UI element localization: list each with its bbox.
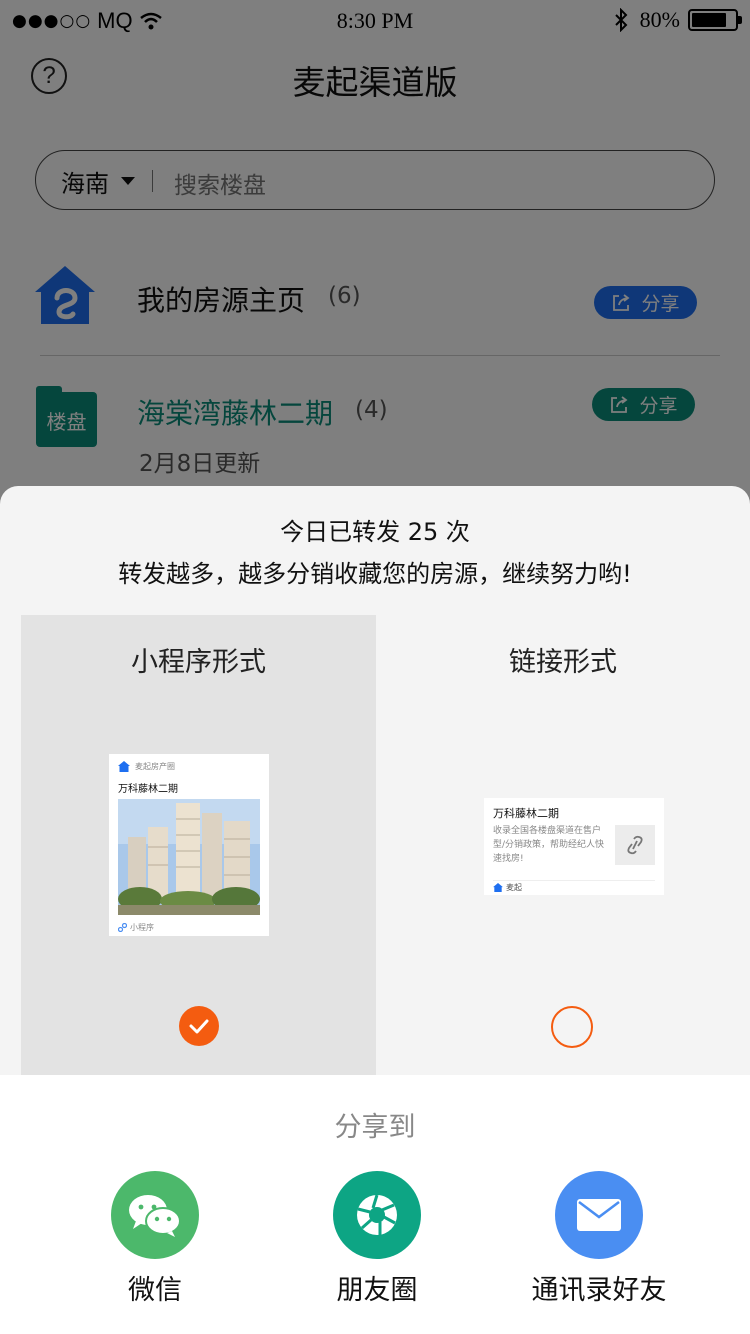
share-targets-panel: 分享到 微信 朋友圈 通讯录好友 — [0, 1075, 750, 1334]
link-icon — [627, 835, 643, 855]
wechat-icon[interactable] — [111, 1171, 199, 1259]
forward-count-text: 今日已转发 25 次 — [280, 518, 470, 546]
mini-program-preview-card: 麦起房产圈 万科藤林二期 小程序 — [109, 754, 269, 936]
preview-footer: 小程序 — [118, 922, 154, 933]
share-target-label: 朋友圈 — [336, 1275, 418, 1306]
share-contacts-button[interactable]: 通讯录好友 — [499, 1171, 699, 1307]
share-to-label: 分享到 — [334, 1112, 416, 1143]
unselected-radio-icon[interactable] — [551, 1006, 593, 1048]
link-thumb — [615, 825, 655, 865]
share-wechat-button[interactable]: 微信 — [55, 1171, 255, 1307]
link-preview-card: 万科藤林二期 收录全国各楼盘渠道在售户型/分销政策，帮助经纪人快速找房! 麦起 — [484, 798, 664, 895]
preview-description: 收录全国各楼盘渠道在售户型/分销政策，帮助经纪人快速找房! — [493, 826, 605, 864]
share-target-label: 通讯录好友 — [531, 1275, 667, 1306]
preview-footer-label: 麦起 — [506, 883, 522, 892]
brand-logo-icon — [118, 761, 130, 772]
option-mini-program[interactable]: 小程序形式 麦起房产圈 万科藤林二期 小程序 — [21, 615, 376, 1075]
selected-check-icon[interactable] — [179, 1006, 219, 1046]
preview-footer-label: 小程序 — [130, 923, 154, 932]
checkmark-icon — [189, 1019, 209, 1034]
mini-program-icon — [118, 923, 127, 932]
option-label: 链接形式 — [509, 647, 617, 678]
option-label: 小程序形式 — [131, 647, 266, 678]
mail-icon[interactable] — [555, 1171, 643, 1259]
preview-footer: 麦起 — [493, 880, 655, 893]
share-sheet: 今日已转发 25 次 转发越多，越多分销收藏您的房源，继续努力哟! 小程序形式 … — [0, 486, 750, 1334]
share-moments-button[interactable]: 朋友圈 — [277, 1171, 477, 1307]
preview-title: 万科藤林二期 — [493, 807, 559, 820]
encouragement-text: 转发越多，越多分销收藏您的房源，继续努力哟! — [118, 560, 632, 588]
preview-brand-row: 麦起房产圈 — [118, 761, 175, 772]
option-link[interactable]: 链接形式 万科藤林二期 收录全国各楼盘渠道在售户型/分销政策，帮助经纪人快速找房… — [376, 615, 750, 1075]
moments-icon[interactable] — [333, 1171, 421, 1259]
share-target-label: 微信 — [128, 1275, 182, 1306]
brand-logo-icon — [493, 883, 503, 892]
building-photo — [118, 799, 260, 915]
preview-title: 万科藤林二期 — [118, 784, 178, 795]
preview-brand: 麦起房产圈 — [135, 762, 175, 771]
